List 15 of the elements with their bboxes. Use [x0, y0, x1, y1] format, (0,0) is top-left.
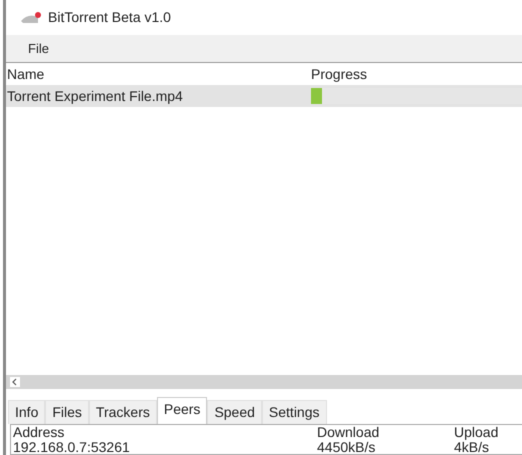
tab[interactable]: Files — [45, 400, 89, 424]
tab[interactable]: Trackers — [88, 400, 157, 424]
tab[interactable]: Settings — [262, 400, 327, 424]
app-logo-icon — [20, 10, 42, 24]
column-header[interactable]: Progress — [311, 64, 522, 84]
torrent-row[interactable]: Torrent Experiment File.mp4 — [6, 85, 522, 107]
tab[interactable]: Peers — [156, 397, 208, 424]
table-cell-text: Torrent Experiment File.mp4 — [6, 86, 184, 106]
window-title: BitTorrent Beta v1.0 — [48, 8, 171, 27]
tab[interactable]: Info — [8, 400, 46, 424]
tab[interactable]: Speed — [207, 400, 262, 424]
column-header[interactable]: Name — [6, 64, 311, 84]
horizontal-scrollbar[interactable] — [6, 375, 522, 389]
menu-item[interactable]: File — [28, 38, 49, 58]
scroll-left-icon[interactable] — [10, 377, 20, 387]
